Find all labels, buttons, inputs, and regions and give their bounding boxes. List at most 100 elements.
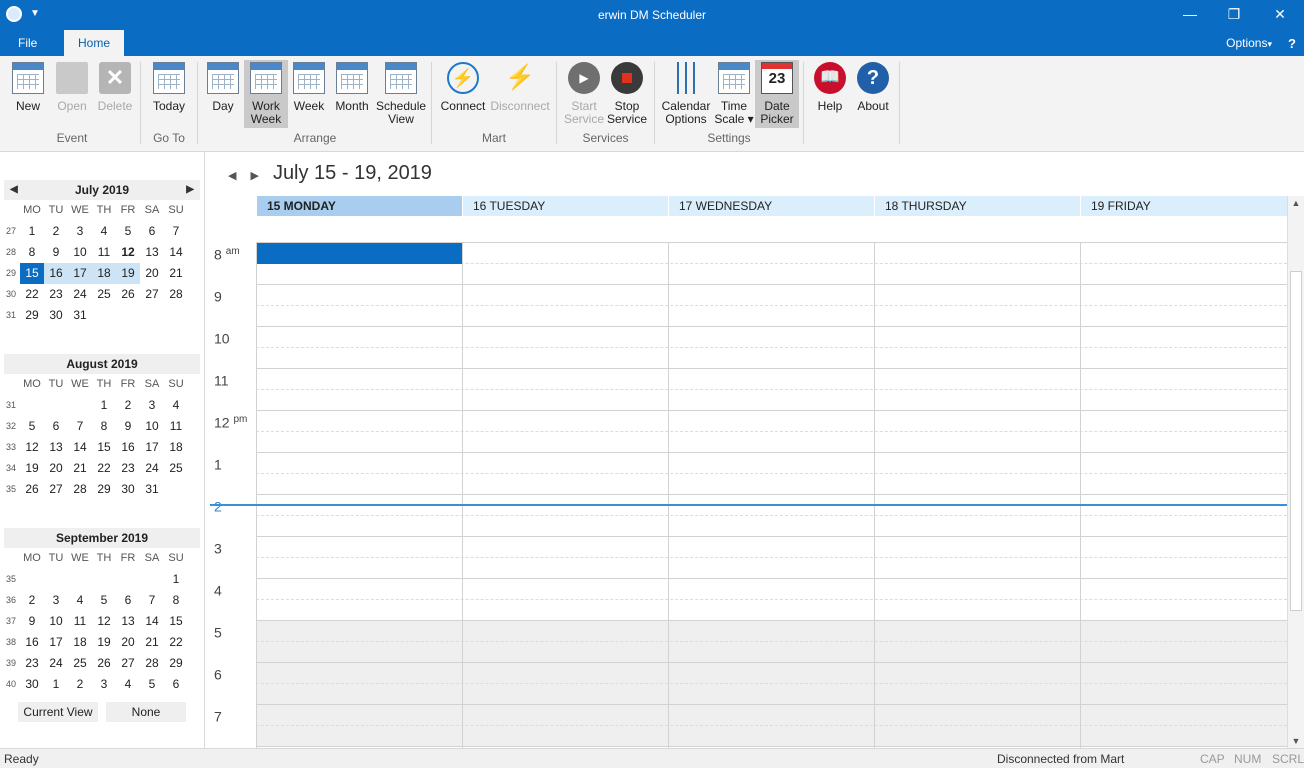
selected-time-slot[interactable] bbox=[257, 243, 462, 264]
scrollbar-thumb[interactable] bbox=[1290, 271, 1302, 611]
calendar-day[interactable]: 21 bbox=[164, 263, 188, 284]
calendar-day[interactable]: 20 bbox=[116, 632, 140, 653]
calendar-day[interactable]: 27 bbox=[44, 479, 68, 500]
calendar-day[interactable]: 14 bbox=[68, 437, 92, 458]
calendar-day[interactable]: 28 bbox=[68, 479, 92, 500]
calendar-day[interactable]: 6 bbox=[164, 674, 188, 695]
calendar-day[interactable]: 8 bbox=[92, 416, 116, 437]
calendar-day[interactable]: 23 bbox=[44, 284, 68, 305]
calendar-day[interactable]: 31 bbox=[68, 305, 92, 326]
calendar-day[interactable]: 7 bbox=[140, 590, 164, 611]
calendar-day[interactable]: 23 bbox=[20, 653, 44, 674]
work-week-view-button[interactable]: Work Week bbox=[244, 60, 288, 128]
calendar-day[interactable]: 1 bbox=[164, 569, 188, 590]
hour-row[interactable] bbox=[256, 369, 1287, 411]
calendar-day[interactable]: 4 bbox=[164, 395, 188, 416]
calendar-day[interactable]: 24 bbox=[140, 458, 164, 479]
calendar-day[interactable]: 9 bbox=[116, 416, 140, 437]
stop-service-button[interactable]: Stop Service bbox=[605, 60, 649, 126]
day-header-monday[interactable]: 15 MONDAY bbox=[256, 196, 462, 216]
calendar-day[interactable]: 30 bbox=[116, 479, 140, 500]
calendar-day[interactable]: 20 bbox=[140, 263, 164, 284]
day-header-friday[interactable]: 19 FRIDAY bbox=[1080, 196, 1287, 216]
calendar-day[interactable]: 26 bbox=[116, 284, 140, 305]
calendar-day[interactable]: 13 bbox=[116, 611, 140, 632]
calendar-day[interactable]: 8 bbox=[164, 590, 188, 611]
calendar-day[interactable]: 5 bbox=[140, 674, 164, 695]
hour-row[interactable] bbox=[256, 663, 1287, 705]
calendar-day[interactable]: 2 bbox=[20, 590, 44, 611]
current-view-button[interactable]: Current View bbox=[18, 702, 98, 722]
calendar-day[interactable]: 30 bbox=[20, 674, 44, 695]
new-button[interactable]: New bbox=[6, 60, 50, 113]
day-header-wednesday[interactable]: 17 WEDNESDAY bbox=[668, 196, 874, 216]
time-scale-button[interactable]: Time Scale ▾ bbox=[712, 60, 756, 126]
calendar-day[interactable]: 24 bbox=[44, 653, 68, 674]
calendar-day[interactable]: 15 bbox=[92, 437, 116, 458]
calendar-day[interactable]: 9 bbox=[20, 611, 44, 632]
open-button[interactable]: Open bbox=[50, 60, 94, 113]
calendar-day[interactable]: 24 bbox=[68, 284, 92, 305]
calendar-day[interactable]: 4 bbox=[92, 221, 116, 242]
calendar-day[interactable]: 18 bbox=[164, 437, 188, 458]
time-grid[interactable]: 8 am 9 10 11 12 pm 1 2 3 4 5 6 7 bbox=[206, 243, 1288, 748]
scroll-up-icon[interactable]: ▲ bbox=[1288, 198, 1304, 208]
previous-month-icon[interactable]: ◀ bbox=[10, 180, 18, 200]
calendar-day[interactable]: 15 bbox=[164, 611, 188, 632]
calendar-day[interactable]: 2 bbox=[44, 221, 68, 242]
calendar-day[interactable]: 17 bbox=[68, 263, 92, 284]
calendar-day[interactable]: 19 bbox=[20, 458, 44, 479]
calendar-day[interactable]: 27 bbox=[116, 653, 140, 674]
calendar-day[interactable]: 25 bbox=[92, 284, 116, 305]
calendar-day[interactable]: 25 bbox=[164, 458, 188, 479]
calendar-day[interactable]: 19 bbox=[116, 263, 140, 284]
calendar-day[interactable]: 17 bbox=[140, 437, 164, 458]
calendar-day[interactable]: 22 bbox=[20, 284, 44, 305]
calendar-day[interactable]: 28 bbox=[140, 653, 164, 674]
tab-home[interactable]: Home bbox=[64, 30, 124, 56]
calendar-day[interactable]: 29 bbox=[92, 479, 116, 500]
none-button[interactable]: None bbox=[106, 702, 186, 722]
calendar-day[interactable]: 20 bbox=[44, 458, 68, 479]
calendar-day[interactable]: 12 bbox=[92, 611, 116, 632]
hour-row[interactable] bbox=[256, 621, 1287, 663]
next-month-icon[interactable]: ▶ bbox=[186, 180, 194, 200]
calendar-day[interactable]: 6 bbox=[116, 590, 140, 611]
calendar-day[interactable]: 11 bbox=[68, 611, 92, 632]
calendar-day[interactable]: 17 bbox=[44, 632, 68, 653]
calendar-day[interactable]: 30 bbox=[44, 305, 68, 326]
calendar-day[interactable]: 29 bbox=[20, 305, 44, 326]
calendar-day[interactable]: 10 bbox=[44, 611, 68, 632]
calendar-day[interactable]: 16 bbox=[44, 263, 68, 284]
calendar-day[interactable]: 10 bbox=[140, 416, 164, 437]
calendar-day[interactable]: 18 bbox=[92, 263, 116, 284]
calendar-day[interactable]: 31 bbox=[140, 479, 164, 500]
calendar-day[interactable]: 16 bbox=[116, 437, 140, 458]
calendar-day[interactable]: 10 bbox=[68, 242, 92, 263]
calendar-day[interactable]: 16 bbox=[20, 632, 44, 653]
calendar-day[interactable]: 26 bbox=[92, 653, 116, 674]
calendar-day[interactable]: 15 bbox=[20, 263, 44, 284]
calendar-day[interactable]: 13 bbox=[140, 242, 164, 263]
calendar-day[interactable]: 2 bbox=[68, 674, 92, 695]
help-question-icon[interactable]: ? bbox=[1288, 36, 1296, 51]
calendar-options-button[interactable]: Calendar Options bbox=[660, 60, 712, 126]
vertical-scrollbar[interactable]: ▲ ▼ bbox=[1287, 196, 1304, 748]
calendar-day[interactable]: 8 bbox=[20, 242, 44, 263]
calendar-day[interactable]: 23 bbox=[116, 458, 140, 479]
hour-row[interactable] bbox=[256, 495, 1287, 537]
tab-file[interactable]: File bbox=[6, 30, 49, 56]
calendar-day[interactable]: 26 bbox=[20, 479, 44, 500]
calendar-day[interactable]: 9 bbox=[44, 242, 68, 263]
calendar-day[interactable]: 14 bbox=[140, 611, 164, 632]
day-header-thursday[interactable]: 18 THURSDAY bbox=[874, 196, 1080, 216]
disconnect-button[interactable]: ⚡ Disconnect bbox=[489, 60, 551, 113]
calendar-day[interactable]: 1 bbox=[92, 395, 116, 416]
calendar-day[interactable]: 7 bbox=[164, 221, 188, 242]
hour-row[interactable] bbox=[256, 705, 1287, 747]
today-button[interactable]: Today bbox=[147, 60, 191, 113]
calendar-day[interactable]: 5 bbox=[92, 590, 116, 611]
day-view-button[interactable]: Day bbox=[201, 60, 245, 113]
help-button[interactable]: 📖 Help bbox=[808, 60, 852, 113]
day-header-tuesday[interactable]: 16 TUESDAY bbox=[462, 196, 668, 216]
